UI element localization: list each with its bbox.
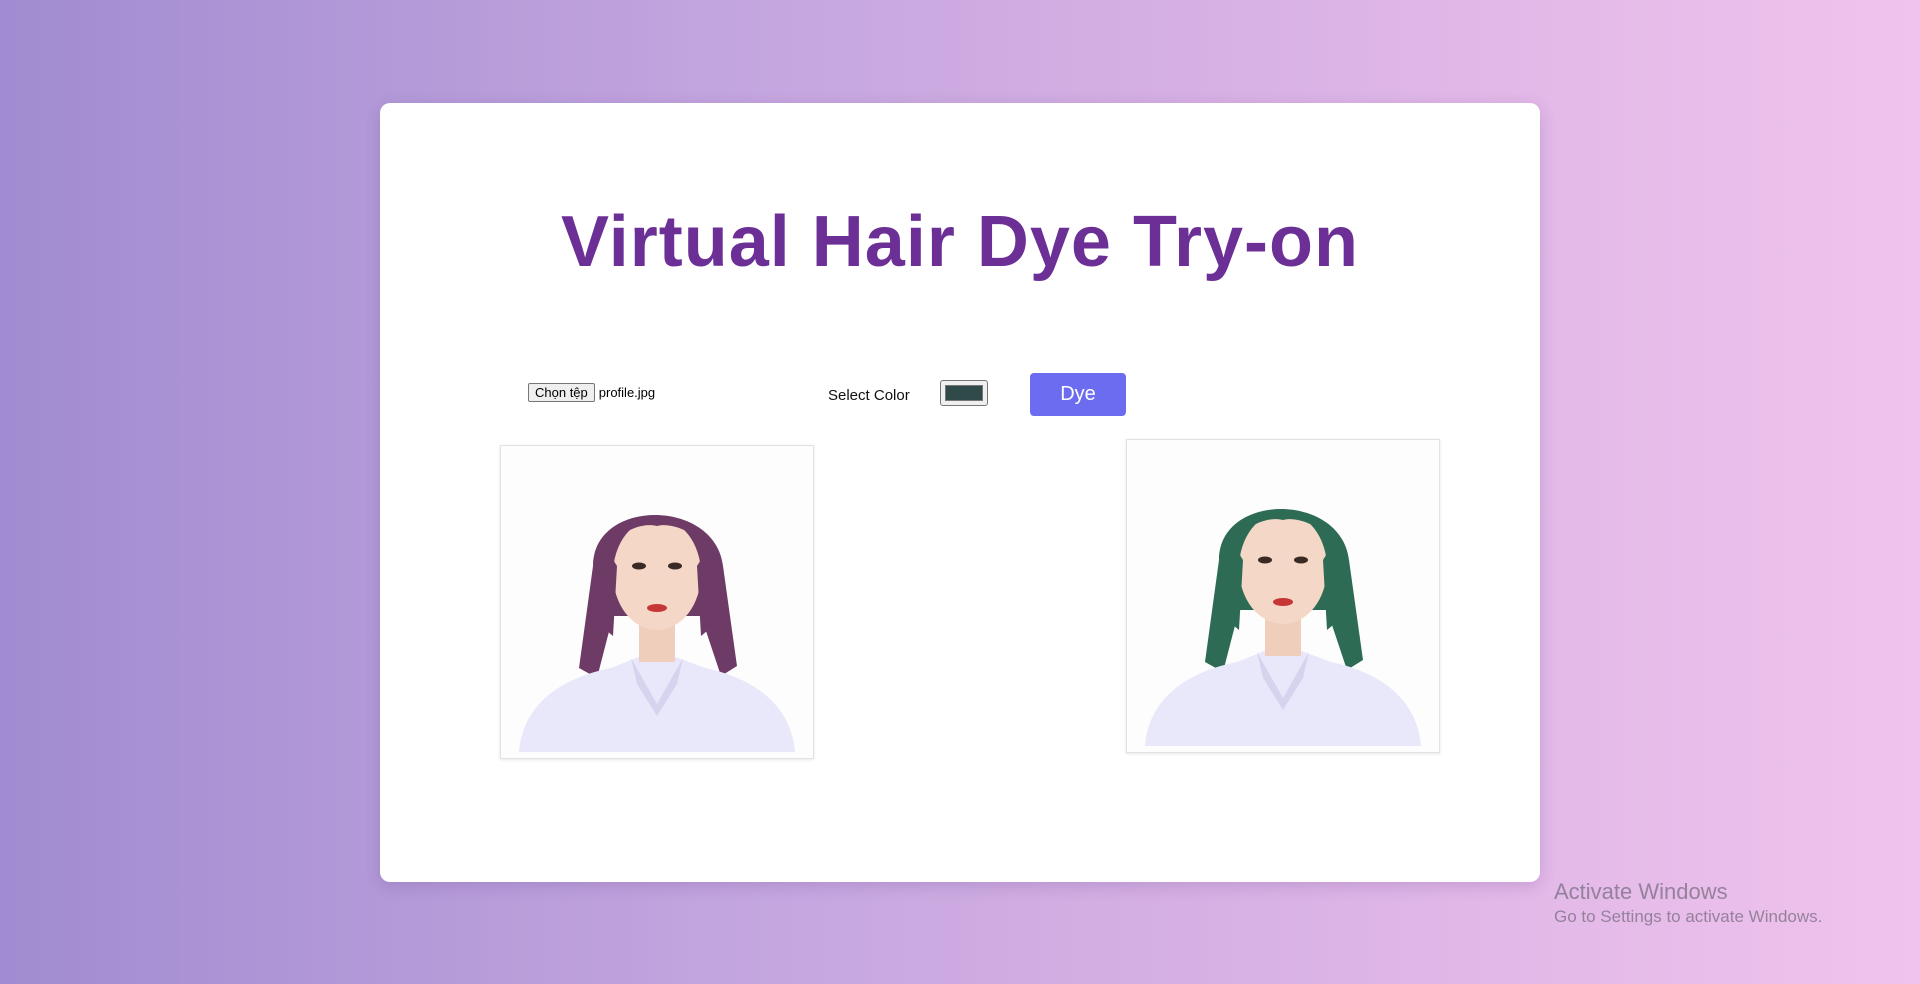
windows-activation-watermark: Activate Windows Go to Settings to activ… (1554, 878, 1822, 928)
watermark-subtitle: Go to Settings to activate Windows. (1554, 907, 1823, 926)
original-portrait-image (501, 446, 813, 758)
dye-button[interactable]: Dye (1030, 373, 1126, 416)
original-photo (500, 445, 814, 759)
page-title: Virtual Hair Dye Try-on (561, 202, 1359, 282)
watermark-title: Activate Windows (1554, 879, 1728, 904)
result-photo (1126, 439, 1440, 753)
color-label: Select Color (828, 387, 910, 404)
color-picker[interactable] (940, 380, 988, 406)
choose-file-button[interactable]: Chọn tệp (528, 383, 595, 402)
selected-file-name: profile.jpg (598, 385, 656, 400)
dyed-portrait-image (1127, 440, 1439, 752)
file-upload: Chọn tệp profile.jpg (528, 383, 655, 402)
main-card: Virtual Hair Dye Try-on Chọn tệp profile… (380, 103, 1540, 882)
color-picker-swatch (945, 385, 983, 401)
